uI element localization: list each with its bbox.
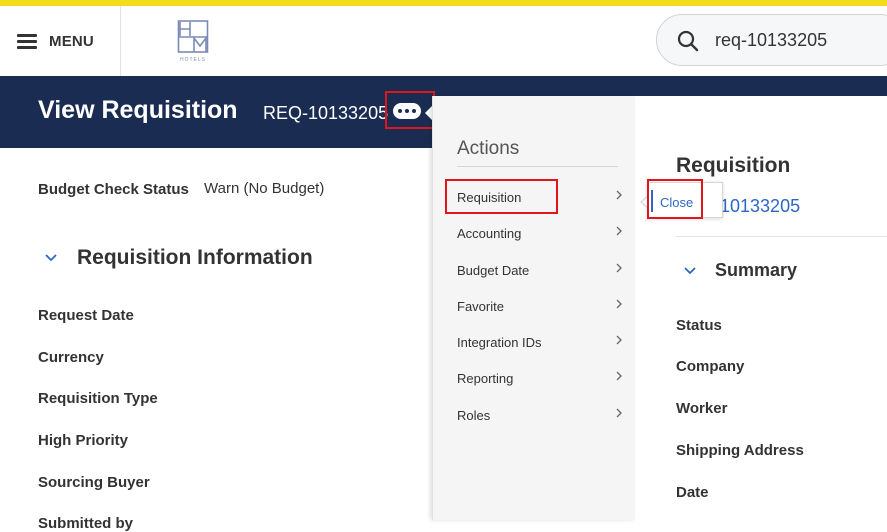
chevron-right-icon [616,408,622,418]
field-label-sourcing-buyer: Sourcing Buyer [38,474,150,491]
action-item-favorite[interactable]: Favorite [457,292,627,322]
summary-title: Summary [715,260,798,280]
search-input-value[interactable]: req-10133205 [715,30,827,51]
action-item-label: Roles [457,408,491,423]
summary-label-worker: Worker [676,400,728,417]
field-label-requisition-type: Requisition Type [38,390,158,407]
requisition-id: REQ-10133205 [263,103,389,123]
requisition-number-link[interactable]: 10133205 [720,196,800,217]
hamburger-icon [17,34,37,49]
menu-button[interactable]: MENU [0,6,121,76]
field-label-currency: Currency [38,349,104,366]
field-label-high-priority: High Priority [38,432,129,449]
search-field[interactable]: req-10133205 [656,14,887,66]
hm-logo-icon [177,20,209,53]
action-item-roles[interactable]: Roles [457,401,627,431]
chevron-right-icon [616,263,622,273]
budget-check-status-value: Warn (No Budget) [204,180,325,197]
page-title: View Requisition [38,96,238,124]
action-item-accounting[interactable]: Accounting [457,219,627,249]
action-item-reporting[interactable]: Reporting [457,364,627,394]
action-item-label: Reporting [457,371,514,386]
section-title-requisition-information: Requisition Information [77,246,313,269]
chevron-right-icon [616,335,622,345]
chevron-right-icon [616,299,622,309]
action-item-label: Budget Date [457,263,530,278]
action-item-integration-ids[interactable]: Integration IDs [457,328,627,358]
action-item-label: Integration IDs [457,335,542,350]
budget-check-status-label: Budget Check Status [38,181,189,198]
search-icon [677,30,699,52]
company-logo[interactable]: HOTELS [177,20,209,64]
requisition-detail-panel: Requisition 10133205 Summary Status Comp… [635,96,887,520]
highlight-box-requisition-action [445,179,558,214]
right-panel-title: Requisition [676,154,791,177]
chevron-down-icon[interactable] [45,254,57,262]
action-item-label: Favorite [457,299,504,314]
actions-menu: Actions Requisition Accounting Budget Da… [432,96,635,520]
actions-menu-title: Actions [457,138,520,159]
summary-label-date: Date [676,484,709,501]
field-label-submitted-by: Submitted by [38,515,134,532]
menu-label: MENU [49,33,94,50]
summary-label-company: Company [676,358,745,375]
chevron-right-icon [616,190,622,200]
field-label-request-date: Request Date [38,307,134,324]
chevron-right-icon [616,226,622,236]
divider [457,166,618,167]
chevron-right-icon [616,371,622,381]
logo-text: HOTELS [179,57,206,63]
summary-label-shipping-address: Shipping Address [676,442,804,459]
divider [676,236,887,237]
highlight-box-close [647,179,703,219]
top-bar: MENU HOTELS req-10133205 [0,6,887,76]
action-item-label: Accounting [457,226,522,241]
chevron-down-icon[interactable] [684,267,696,275]
summary-label-status: Status [676,317,722,334]
action-item-budget-date[interactable]: Budget Date [457,256,627,286]
